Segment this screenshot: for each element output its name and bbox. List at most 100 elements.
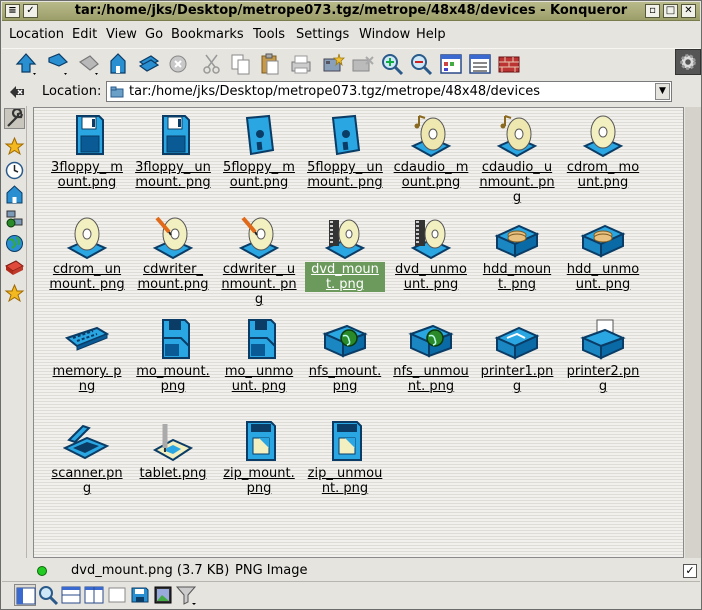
menu-bookmarks[interactable]: Bookmarks xyxy=(171,27,244,42)
menu-help[interactable]: Help xyxy=(416,27,446,42)
file-item[interactable]: 3floppy_ mount.png xyxy=(42,112,132,190)
paste-icon xyxy=(261,53,279,75)
stop-button[interactable] xyxy=(166,52,190,76)
minimize-button[interactable]: ▫ xyxy=(645,4,660,18)
dvd-icon xyxy=(407,214,455,262)
file-item[interactable]: cdwriter_ mount.png xyxy=(128,214,218,292)
forward-button[interactable] xyxy=(45,52,69,76)
file-item[interactable]: mo_mount. png xyxy=(128,316,218,394)
toggle-sidebar-button[interactable] xyxy=(14,584,36,606)
reload-button[interactable] xyxy=(137,52,161,76)
split-vertical-button[interactable] xyxy=(83,584,105,606)
file-item[interactable]: cdaudio_ unmount. png xyxy=(472,112,562,205)
file-item[interactable]: zip_ unmount. png xyxy=(300,418,390,496)
file-item[interactable]: cdwriter_ unmount. png xyxy=(214,214,304,307)
close-button[interactable]: ✕ xyxy=(681,4,696,18)
file-item[interactable]: cdaudio_ mount.png xyxy=(386,112,476,190)
save-disk-icon xyxy=(131,587,149,603)
copy-button[interactable] xyxy=(229,52,253,76)
security-button[interactable] xyxy=(497,52,521,76)
file-item[interactable]: nfs_ unmount. png xyxy=(386,316,476,394)
zoom-in-button[interactable] xyxy=(380,52,404,76)
menu-settings[interactable]: Settings xyxy=(296,27,349,42)
maximize-button[interactable]: □ xyxy=(663,4,678,18)
file-item[interactable]: 5floppy_ mount.png xyxy=(214,112,304,190)
file-item[interactable]: hdd_ unmount. png xyxy=(558,214,648,292)
file-item[interactable]: 3floppy_ unmount. png xyxy=(128,112,218,190)
status-led-icon xyxy=(37,566,47,576)
split-horizontal-button[interactable] xyxy=(60,584,82,606)
file-item[interactable]: hdd_mount. png xyxy=(472,214,562,292)
filter-button[interactable] xyxy=(175,584,197,606)
floppy5-icon xyxy=(321,112,369,160)
file-item[interactable]: memory. png xyxy=(42,316,132,394)
clear-location-button[interactable] xyxy=(8,83,26,101)
menu-window[interactable]: Window xyxy=(359,27,410,42)
navigation-panel-tabs xyxy=(2,106,27,558)
file-item[interactable]: scanner.png xyxy=(42,418,132,496)
file-name: hdd_ unmount. png xyxy=(566,262,640,292)
file-item[interactable]: printer1.png xyxy=(472,316,562,394)
slideshow-button[interactable] xyxy=(152,584,174,606)
title-bar[interactable]: ≡ ✓ tar:/home/jks/Desktop/metrope073.tgz… xyxy=(2,2,700,21)
link-view-checkbox[interactable]: ✓ xyxy=(683,564,697,578)
vertical-scrollbar[interactable] xyxy=(685,107,701,558)
save-button[interactable] xyxy=(129,584,151,606)
paste-button[interactable] xyxy=(258,52,282,76)
menu-edit[interactable]: Edit xyxy=(72,27,97,42)
cut-button[interactable] xyxy=(200,52,224,76)
minimize-icon: ▫ xyxy=(649,5,656,16)
file-item[interactable]: cdrom_ unmount. png xyxy=(42,214,132,292)
file-item[interactable]: nfs_mount. png xyxy=(300,316,390,394)
icon-view-button[interactable] xyxy=(439,52,463,76)
file-item[interactable]: mo_ unmount. png xyxy=(214,316,304,394)
file-item[interactable]: zip_mount. png xyxy=(214,418,304,496)
list-view-button[interactable] xyxy=(468,52,492,76)
menu-location[interactable]: Location xyxy=(9,27,64,42)
sidebar-root-tab[interactable] xyxy=(4,258,25,279)
sidebar-config-button[interactable] xyxy=(4,107,25,129)
sidebar-services-tab[interactable] xyxy=(4,233,25,254)
file-icon-view[interactable]: 3floppy_ mount.png 3floppy_ unmount. png 5… xyxy=(33,107,684,558)
file-name: tablet.png xyxy=(139,466,207,481)
location-input[interactable]: tar:/home/jks/Desktop/metrope073.tgz/met… xyxy=(106,81,672,102)
file-item[interactable]: 5floppy_ unmount. png xyxy=(300,112,390,190)
sidebar-history-tab[interactable] xyxy=(4,160,25,181)
menu-tools[interactable]: Tools xyxy=(253,27,285,42)
home-icon xyxy=(110,53,126,74)
globe-icon xyxy=(6,235,23,252)
new-folder-button[interactable] xyxy=(322,52,346,76)
delete-button[interactable] xyxy=(351,52,375,76)
sidebar-favorites-tab[interactable] xyxy=(4,283,25,304)
sidebar-network-tab[interactable] xyxy=(4,208,25,229)
zoom-out-button[interactable] xyxy=(409,52,433,76)
stop-icon xyxy=(169,55,187,73)
print-button[interactable] xyxy=(289,52,313,76)
location-label: Location: xyxy=(42,84,102,99)
file-name: cdwriter_ mount.png xyxy=(137,262,209,292)
file-item[interactable]: dvd_ unmount. png xyxy=(386,214,476,292)
menu-go[interactable]: Go xyxy=(145,27,163,42)
back-button[interactable] xyxy=(14,52,38,76)
floppy-icon xyxy=(63,112,111,160)
konqueror-activity-icon xyxy=(675,49,701,75)
file-name: cdaudio_ unmount. png xyxy=(479,160,555,205)
sidebar-bookmarks-tab[interactable] xyxy=(4,136,25,157)
file-name: mo_mount. png xyxy=(136,364,210,394)
file-item[interactable]: dvd_mount. png xyxy=(300,214,390,292)
file-item[interactable]: cdrom_ mount.png xyxy=(558,112,648,190)
sidebar-home-tab[interactable] xyxy=(4,184,25,205)
file-name: nfs_mount. png xyxy=(308,364,382,394)
new-window-button[interactable] xyxy=(106,584,128,606)
window-title: tar:/home/jks/Desktop/metrope073.tgz/met… xyxy=(74,3,628,18)
up-button[interactable] xyxy=(76,52,100,76)
menu-view[interactable]: View xyxy=(106,27,137,42)
file-name: dvd_mount. png xyxy=(305,262,385,292)
file-item[interactable]: tablet.png xyxy=(128,418,218,481)
home-button[interactable] xyxy=(106,52,130,76)
konqueror-window: ≡ ✓ tar:/home/jks/Desktop/metrope073.tgz… xyxy=(0,0,702,610)
location-dropdown-button[interactable]: ▼ xyxy=(655,83,670,100)
file-item[interactable]: printer2.png xyxy=(558,316,648,394)
file-name: hdd_mount. png xyxy=(482,262,552,292)
find-button[interactable] xyxy=(37,584,59,606)
